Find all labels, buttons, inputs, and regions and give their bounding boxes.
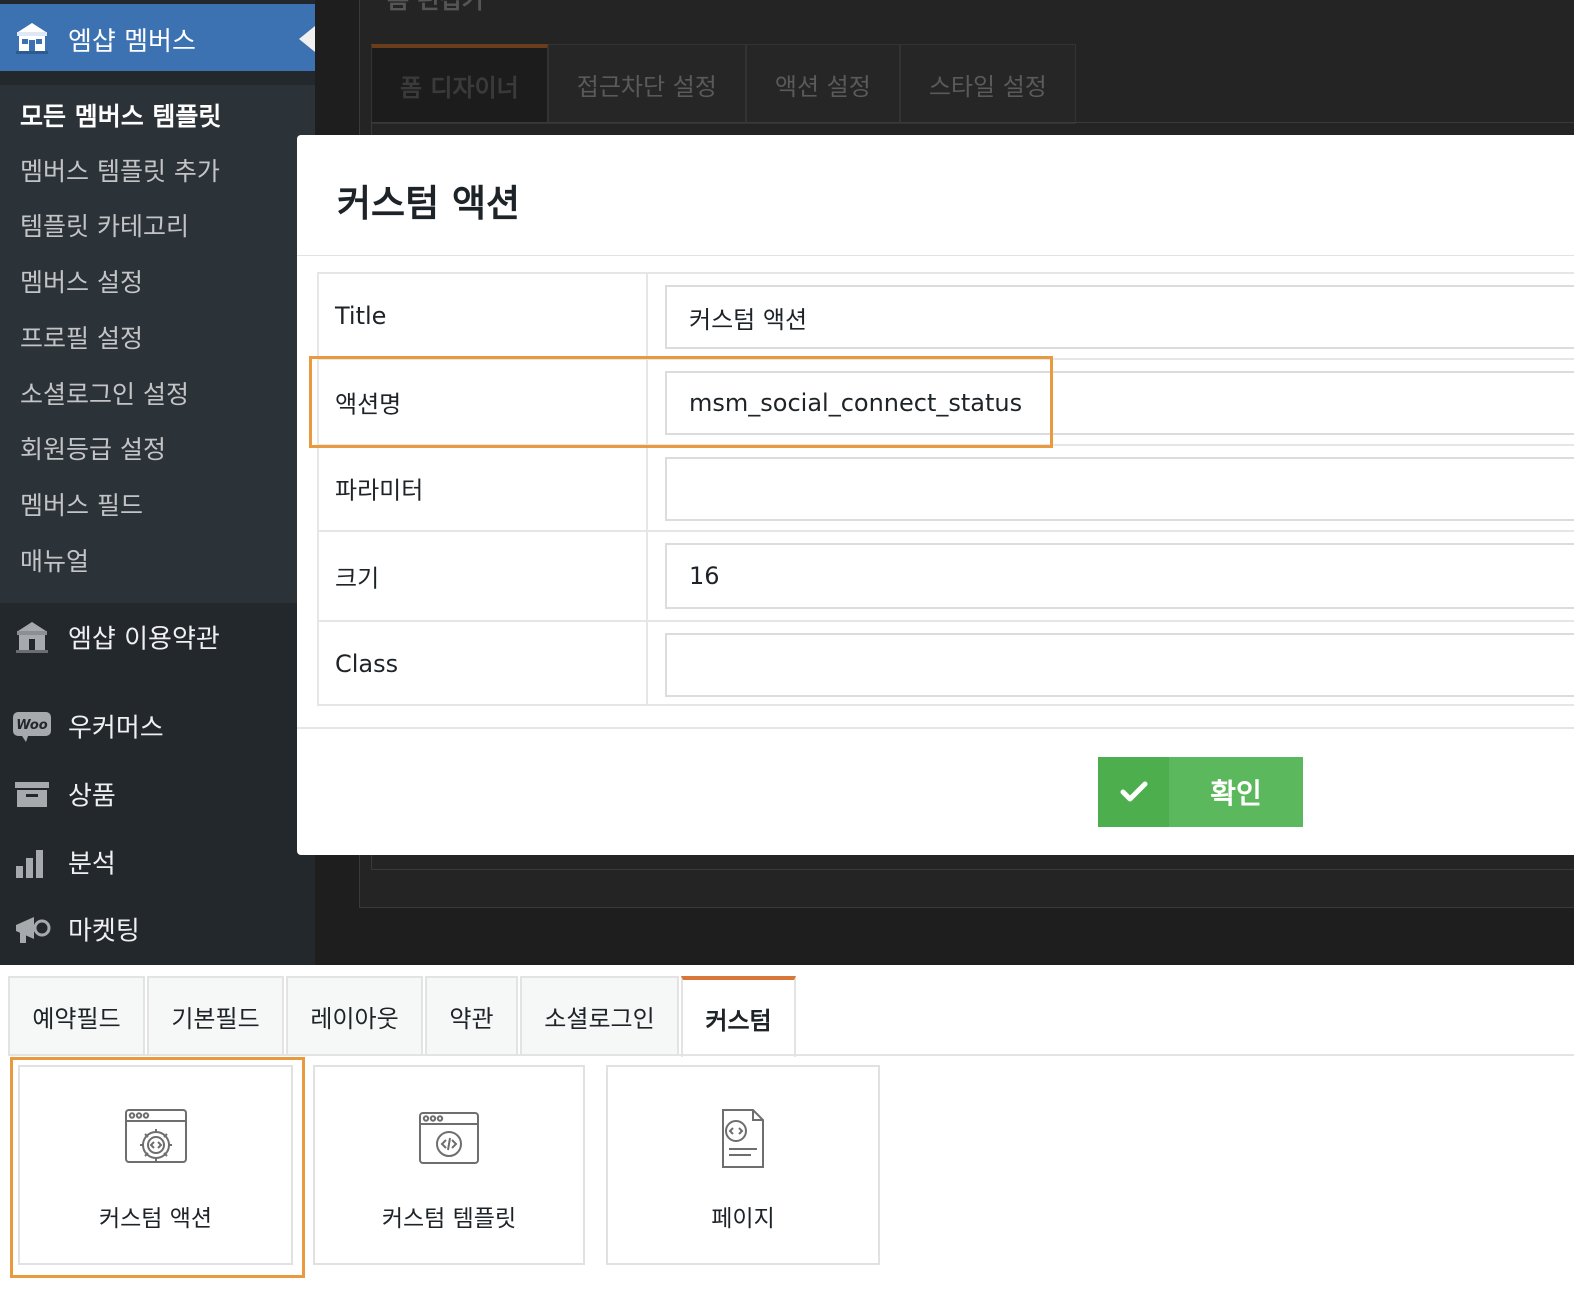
- submenu: 모든 멤버스 템플릿 멤버스 템플릿 추가 템플릿 카테고리 멤버스 설정 프로…: [0, 85, 315, 603]
- modal-header-divider: [297, 255, 1574, 256]
- form-row-size: 크기: [319, 532, 1574, 622]
- woo-icon: Woo: [12, 706, 52, 746]
- row-divider: [646, 446, 648, 530]
- custom-template-code-icon: [416, 1107, 482, 1171]
- menu-products[interactable]: 상품: [0, 764, 315, 824]
- title-input[interactable]: [665, 285, 1574, 349]
- palette-item-label: 커스텀 템플릿: [381, 1206, 517, 1232]
- mshop-store-icon: [12, 18, 52, 58]
- submenu-item-members-settings[interactable]: 멤버스 설정: [20, 263, 143, 299]
- palette-tabs: 예약필드 기본필드 레이아웃 약관 소셜로그인 커스텀: [8, 976, 798, 1057]
- menu-analytics[interactable]: 분석: [0, 832, 315, 892]
- menu-label: 우커머스: [68, 713, 164, 744]
- tab-form-designer[interactable]: 폼 디자이너: [371, 44, 548, 124]
- row-divider: [646, 532, 648, 620]
- checkmark-icon: [1098, 757, 1169, 827]
- editor-tabs: 폼 디자이너 접근차단 설정 액션 설정 스타일 설정: [371, 44, 1076, 124]
- action-name-input[interactable]: [665, 371, 1574, 435]
- form-row-title: Title: [319, 274, 1574, 360]
- submenu-item-all-templates[interactable]: 모든 멤버스 템플릿: [20, 97, 221, 133]
- class-input[interactable]: [665, 633, 1574, 697]
- submenu-item-add-template[interactable]: 멤버스 템플릿 추가: [20, 152, 220, 188]
- row-divider: [646, 622, 648, 706]
- action-name-label: 액션명: [335, 390, 402, 419]
- submenu-item-social-login-settings[interactable]: 소셜로그인 설정: [20, 375, 189, 411]
- editor-title: 폼 편집기: [387, 0, 484, 14]
- palette-item-label: 페이지: [711, 1206, 775, 1232]
- menu-woocommerce[interactable]: Woo 우커머스: [0, 696, 315, 756]
- palette-item-label: 커스텀 액션: [98, 1206, 213, 1232]
- form-row-action-name: 액션명: [319, 360, 1574, 446]
- palette-item-page[interactable]: 페이지: [606, 1065, 880, 1265]
- parameter-input[interactable]: [665, 457, 1574, 521]
- submenu-item-template-category[interactable]: 템플릿 카테고리: [20, 207, 189, 243]
- tab-style-settings[interactable]: 스타일 설정: [899, 44, 1076, 124]
- tab-layout[interactable]: 레이아웃: [286, 976, 423, 1055]
- menu-label: 상품: [68, 781, 116, 812]
- size-label: 크기: [335, 564, 380, 593]
- page-code-icon: [710, 1107, 776, 1171]
- submenu-item-manual[interactable]: 매뉴얼: [20, 542, 89, 578]
- menu-marketing[interactable]: 마켓팅: [0, 899, 315, 959]
- confirm-button[interactable]: 확인: [1098, 757, 1303, 827]
- menu-mshop-terms[interactable]: 엠샵 이용약관: [0, 607, 315, 667]
- bar-chart-icon: [12, 842, 52, 882]
- size-input[interactable]: [665, 543, 1574, 609]
- tab-basic-fields[interactable]: 기본필드: [147, 976, 284, 1055]
- tab-underline: [8, 1054, 1574, 1056]
- parameter-label: 파라미터: [335, 476, 424, 505]
- menu-mshop-members[interactable]: 엠샵 멤버스: [0, 4, 315, 71]
- tab-custom[interactable]: 커스텀: [681, 976, 796, 1057]
- woo-icon-text: Woo: [16, 718, 48, 733]
- custom-action-gear-code-icon: [123, 1107, 189, 1171]
- form-row-parameter: 파라미터: [319, 446, 1574, 532]
- title-label: Title: [335, 302, 387, 330]
- menu-label: 마켓팅: [68, 916, 140, 947]
- modal-footer-divider: [297, 727, 1574, 729]
- menu-label: 엠샵 이용약관: [68, 624, 220, 655]
- archive-icon: [12, 774, 52, 814]
- menu-label: 엠샵 멤버스: [68, 27, 196, 57]
- submenu-item-profile-settings[interactable]: 프로필 설정: [20, 319, 143, 355]
- confirm-button-label: 확인: [1210, 778, 1262, 809]
- custom-action-modal: 커스텀 액션 Title 액션명 파라미터 크기 Class: [297, 135, 1574, 855]
- row-divider: [646, 274, 648, 358]
- mshop-store-icon: [12, 617, 52, 657]
- tab-action-settings[interactable]: 액션 설정: [745, 44, 900, 124]
- palette-item-custom-template[interactable]: 커스텀 템플릿: [313, 1065, 585, 1265]
- submenu-item-members-fields[interactable]: 멤버스 필드: [20, 486, 143, 522]
- admin-sidebar: 엠샵 멤버스 모든 멤버스 템플릿 멤버스 템플릿 추가 템플릿 카테고리 멤버…: [0, 0, 315, 965]
- form-row-class: Class: [319, 622, 1574, 706]
- submenu-item-membership-level-settings[interactable]: 회원등급 설정: [20, 430, 166, 466]
- tab-reserved-fields[interactable]: 예약필드: [8, 976, 145, 1055]
- palette-item-custom-action[interactable]: 커스텀 액션: [18, 1065, 293, 1265]
- megaphone-icon: [12, 909, 52, 949]
- custom-action-form: Title 액션명 파라미터 크기 Class: [317, 272, 1574, 706]
- row-divider: [646, 360, 648, 444]
- tab-social-login[interactable]: 소셜로그인: [520, 976, 679, 1055]
- menu-label: 분석: [68, 849, 116, 880]
- class-label: Class: [335, 650, 399, 678]
- tab-terms[interactable]: 약관: [425, 976, 518, 1055]
- tab-access-block-settings[interactable]: 접근차단 설정: [547, 44, 746, 124]
- current-menu-caret: [299, 26, 315, 52]
- modal-title: 커스텀 액션: [337, 182, 521, 225]
- field-palette: 예약필드 기본필드 레이아웃 약관 소셜로그인 커스텀 커스텀 액션 커스텀 템…: [0, 965, 1574, 1292]
